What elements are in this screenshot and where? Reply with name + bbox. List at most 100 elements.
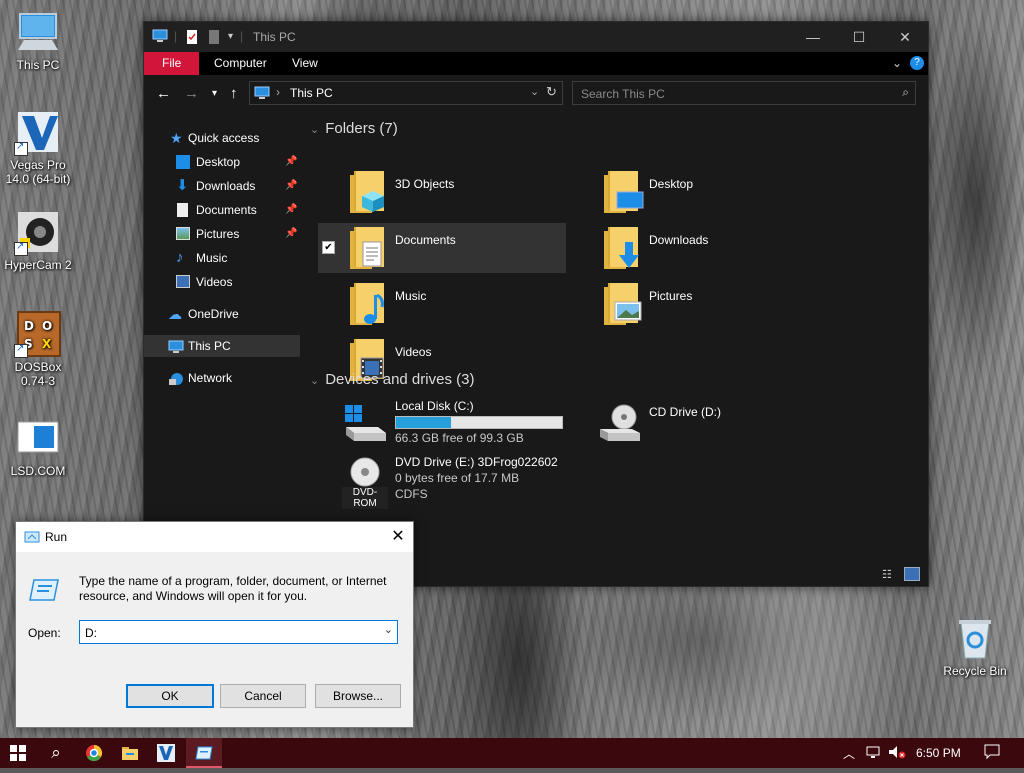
taskbar-run[interactable] — [186, 738, 222, 768]
taskbar-chrome[interactable] — [76, 738, 112, 768]
recent-locations-icon[interactable]: ▾ — [212, 88, 217, 99]
drive-filesystem: CDFS — [395, 487, 428, 501]
new-folder-icon[interactable] — [208, 29, 220, 48]
action-center-icon[interactable] — [984, 744, 1000, 763]
drive-cd-d[interactable]: CD Drive (D:) — [596, 399, 826, 451]
cancel-button[interactable]: Cancel — [220, 684, 306, 708]
nav-label: Videos — [196, 275, 233, 289]
folders-section-header[interactable]: ⌄ Folders (7) — [310, 120, 398, 137]
desktop-icon-dosbox[interactable]: DOSX DOSBox 0.74-3 — [3, 310, 73, 388]
shortcut-arrow-icon — [14, 240, 28, 256]
back-arrow-icon[interactable]: ← — [156, 85, 171, 102]
network-icon — [168, 371, 183, 385]
address-bar[interactable]: › This PC ⌄ ↻ — [249, 81, 563, 105]
drive-dvd-e[interactable]: DVD-ROM DVD Drive (E:) 3DFrog022602 0 by… — [342, 455, 602, 509]
up-arrow-icon[interactable]: ↑ — [230, 85, 238, 102]
drive-label: CD Drive (D:) — [649, 405, 721, 419]
windows-logo-icon — [10, 745, 26, 761]
desktop-icon-label: LSD.COM — [10, 464, 66, 478]
nav-item-documents[interactable]: Documents 📌 — [144, 199, 300, 221]
folder-icon — [122, 747, 138, 760]
desktop-icon-label: DOSBox 0.74-3 — [14, 360, 62, 388]
maximize-button[interactable]: ☐ — [836, 22, 882, 52]
nav-item-pictures[interactable]: Pictures 📌 — [144, 223, 300, 245]
browse-button[interactable]: Browse... — [315, 684, 401, 708]
nav-label: Music — [196, 251, 228, 265]
nav-quick-access[interactable]: ★ Quick access — [144, 127, 300, 149]
chevron-down-icon[interactable]: ⌄ — [384, 623, 393, 636]
desktop-icon-lsd-com[interactable]: LSD.COM — [3, 414, 73, 478]
volume-muted-icon[interactable] — [888, 744, 906, 763]
tab-file[interactable]: File — [144, 52, 200, 75]
forward-arrow-icon[interactable]: → — [184, 85, 199, 102]
chevron-down-icon[interactable]: ⌄ — [530, 85, 539, 98]
pin-icon: 📌 — [285, 228, 298, 239]
document-icon — [177, 203, 188, 217]
help-icon[interactable]: ? — [910, 56, 924, 70]
folder-label: Downloads — [649, 233, 709, 247]
folder-label: Videos — [395, 345, 432, 359]
cloud-icon: ☁ — [168, 306, 182, 322]
pictures-icon — [176, 227, 190, 240]
desktop-icon-hypercam[interactable]: HyperCam 2 — [3, 208, 73, 272]
desktop-icon-this-pc[interactable]: This PC — [3, 8, 73, 72]
close-button[interactable]: ✕ — [882, 22, 928, 52]
tab-computer[interactable]: Computer — [200, 52, 281, 75]
svg-text:X: X — [42, 337, 52, 351]
details-view-icon[interactable]: ☷ — [882, 568, 892, 581]
local-disk-icon — [342, 403, 388, 446]
desktop-icon-label: Recycle Bin — [943, 664, 1007, 678]
folder-documents[interactable]: ✔ Documents — [318, 223, 566, 273]
search-button[interactable]: ⌕ — [38, 738, 74, 768]
run-title-bar[interactable]: Run ✕ — [16, 522, 413, 552]
show-hidden-icons-chevron-icon[interactable]: ︿ — [843, 745, 855, 762]
folder-3d-objects[interactable]: 3D Objects — [318, 167, 566, 217]
explorer-title-bar[interactable]: | ▾ | This PC — ☐ ✕ — [144, 22, 928, 52]
folder-music[interactable]: Music — [318, 279, 566, 329]
nav-network[interactable]: Network — [144, 367, 300, 389]
folder-desktop[interactable]: Desktop — [572, 167, 820, 217]
disk-usage-bar — [395, 416, 563, 429]
pin-icon: 📌 — [285, 180, 298, 191]
close-button[interactable]: ✕ — [383, 522, 413, 552]
checkbox-checked-icon[interactable]: ✔ — [322, 241, 335, 254]
folder-downloads[interactable]: Downloads — [572, 223, 820, 273]
open-input[interactable] — [83, 623, 377, 643]
pin-icon: 📌 — [285, 204, 298, 215]
nav-onedrive[interactable]: ☁ OneDrive — [144, 303, 300, 325]
run-icon — [195, 746, 213, 760]
this-pc-icon — [14, 8, 62, 56]
desktop-icon-vegas-pro[interactable]: Vegas Pro 14.0 (64-bit) — [3, 108, 73, 186]
nav-label: Documents — [196, 203, 257, 217]
devices-section-header[interactable]: ⌄ Devices and drives (3) — [310, 371, 474, 388]
desktop-icon-label: This PC — [16, 58, 60, 72]
tab-view[interactable]: View — [278, 52, 332, 75]
refresh-icon[interactable]: ↻ — [546, 84, 557, 100]
desktop-icon-recycle-bin[interactable]: Recycle Bin — [940, 614, 1010, 678]
taskbar-vegas-pro[interactable] — [148, 738, 184, 768]
properties-icon[interactable] — [186, 29, 198, 48]
nav-item-downloads[interactable]: ⬇ Downloads 📌 — [144, 175, 300, 197]
run-description: Type the name of a program, folder, docu… — [79, 574, 387, 603]
nav-item-desktop[interactable]: Desktop 📌 — [144, 151, 300, 173]
nav-item-videos[interactable]: Videos — [144, 271, 300, 293]
ok-button[interactable]: OK — [126, 684, 214, 708]
network-tray-icon[interactable] — [866, 744, 882, 763]
start-button[interactable] — [0, 738, 36, 768]
drive-free-space: 0 bytes free of 17.7 MB — [395, 471, 520, 485]
taskbar-file-explorer[interactable] — [112, 738, 148, 768]
large-icons-view-icon[interactable] — [904, 567, 920, 581]
clock[interactable]: 6:50 PM — [916, 746, 961, 760]
customize-toolbar-icon[interactable]: ▾ — [228, 31, 233, 42]
folder-pictures[interactable]: Pictures — [572, 279, 820, 329]
window-title: This PC — [253, 30, 296, 44]
vegas-pro-icon — [14, 108, 62, 156]
search-input[interactable] — [579, 84, 883, 104]
nav-item-music[interactable]: ♪ Music — [144, 247, 300, 269]
open-combobox[interactable]: ⌄ — [79, 620, 398, 644]
search-box[interactable]: ⌕ — [572, 81, 916, 105]
vegas-pro-icon — [157, 744, 175, 762]
nav-this-pc[interactable]: This PC — [144, 335, 300, 357]
minimize-button[interactable]: — — [790, 22, 836, 52]
drive-local-disk-c[interactable]: Local Disk (C:) 66.3 GB free of 99.3 GB — [342, 399, 572, 451]
